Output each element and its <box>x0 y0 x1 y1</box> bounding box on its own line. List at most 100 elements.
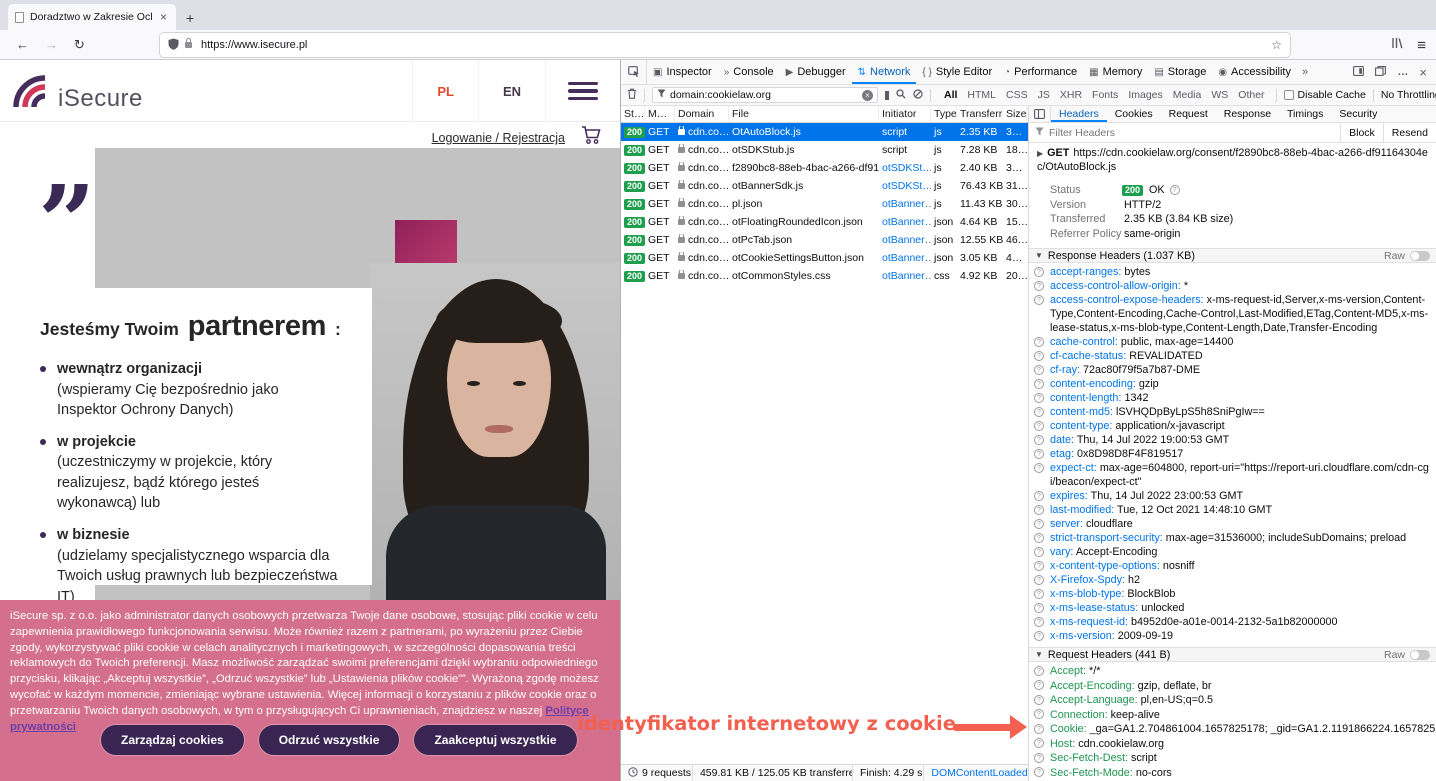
cart-icon[interactable] <box>581 126 602 150</box>
header-row[interactable]: ?content-type: application/x-javascript <box>1029 419 1436 433</box>
header-row[interactable]: ?cf-cache-status: REVALIDATED <box>1029 349 1436 363</box>
header-row[interactable]: ?content-md5: lSVHQDpByLpS5h8SniPgIw== <box>1029 405 1436 419</box>
request-url-row[interactable]: ▶GEThttps://cdn.cookielaw.org/consent/f2… <box>1029 147 1436 175</box>
throttling-select[interactable]: No Throttling▾ <box>1381 89 1436 101</box>
clear-requests-icon[interactable] <box>627 88 637 102</box>
new-tab-button[interactable]: + <box>186 10 194 26</box>
header-row[interactable]: ?expires: Thu, 14 Jul 2022 23:00:53 GMT <box>1029 489 1436 503</box>
more-tabs-icon[interactable]: » <box>1297 60 1313 84</box>
forward-icon[interactable]: → <box>45 37 58 52</box>
expand-icon[interactable]: ▶ <box>1037 149 1043 158</box>
header-row[interactable]: ?etag: 0x8D98D8F4F819517 <box>1029 447 1436 461</box>
devtools-more-icon[interactable]: … <box>1397 66 1408 78</box>
header-row[interactable]: ?access-control-allow-origin: * <box>1029 279 1436 293</box>
search-icon[interactable] <box>896 89 906 102</box>
requests-count[interactable]: 9 requests <box>621 765 692 781</box>
headers-tab-timings[interactable]: Timings <box>1279 106 1331 122</box>
header-row[interactable]: ?x-ms-blob-type: BlockBlob <box>1029 587 1436 601</box>
resend-button[interactable]: Resend <box>1383 123 1436 142</box>
column-domain[interactable]: Domain <box>675 106 729 122</box>
devtools-tab-console[interactable]: »Console <box>718 60 780 84</box>
reload-icon[interactable]: ↻ <box>74 37 85 53</box>
filter-headers-input[interactable] <box>1049 127 1334 139</box>
column-initiator[interactable]: Initiator <box>879 106 931 122</box>
split-panel-icon[interactable] <box>1029 106 1051 122</box>
cookie-button-odrzu-wszystkie[interactable]: Odrzuć wszystkie <box>258 724 401 756</box>
shield-icon[interactable] <box>168 38 179 53</box>
headers-tab-request[interactable]: Request <box>1161 106 1216 122</box>
response-headers-section[interactable]: ▼ Response Headers (1.037 KB) Raw <box>1029 248 1436 263</box>
header-row[interactable]: ?content-length: 1342 <box>1029 391 1436 405</box>
header-row[interactable]: ?vary: Accept-Encoding <box>1029 545 1436 559</box>
devtools-tab-debugger[interactable]: ▶Debugger <box>780 60 852 84</box>
devtools-tab-memory[interactable]: ▦Memory <box>1083 60 1148 84</box>
column-transferred[interactable]: Transferred <box>957 106 1003 122</box>
devtools-close-icon[interactable]: × <box>1419 65 1427 80</box>
header-row[interactable]: ?Accept-Language: pl,en-US;q=0.5 <box>1029 693 1436 708</box>
devtools-tab-inspector[interactable]: ▣Inspector <box>647 60 718 84</box>
help-icon[interactable]: ? <box>1170 185 1180 195</box>
headers-tab-cookies[interactable]: Cookies <box>1107 106 1161 122</box>
url-filter-input[interactable] <box>670 89 858 101</box>
bookmark-star-icon[interactable]: ☆ <box>1271 38 1282 52</box>
type-filter-ws[interactable]: WS <box>1207 88 1232 102</box>
type-filter-images[interactable]: Images <box>1124 88 1166 102</box>
column-m[interactable]: M… <box>645 106 675 122</box>
url-bar[interactable]: https://www.isecure.pl ☆ <box>160 33 1290 57</box>
column-type[interactable]: Type <box>931 106 957 122</box>
tab-close-icon[interactable]: × <box>158 10 169 24</box>
devtools-tab-storage[interactable]: ▤Storage <box>1148 60 1212 84</box>
site-logo[interactable]: iSecure <box>12 74 143 113</box>
devtools-tab-accessibility[interactable]: ◉Accessibility <box>1212 60 1297 84</box>
header-row[interactable]: ?cf-ray: 72ac80f79f5a7b87-DME <box>1029 363 1436 377</box>
header-row[interactable]: ?x-ms-request-id: b4952d0e-a01e-0014-213… <box>1029 615 1436 629</box>
header-row[interactable]: ?Accept-Encoding: gzip, deflate, br <box>1029 679 1436 694</box>
network-request-row[interactable]: 200GETcdn.co…OtAutoBlock.jsscriptjs2.35 … <box>621 123 1028 141</box>
header-row[interactable]: ?x-content-type-options: nosniff <box>1029 559 1436 573</box>
disable-cache-control[interactable]: Disable Cache <box>1284 89 1366 101</box>
type-filter-other[interactable]: Other <box>1234 88 1268 102</box>
header-row[interactable]: ?Sec-Fetch-Dest: script <box>1029 751 1436 766</box>
raw-toggle[interactable] <box>1410 650 1430 660</box>
library-icon[interactable] <box>1391 36 1403 54</box>
header-row[interactable]: ?X-Firefox-Spdy: h2 <box>1029 573 1436 587</box>
devtools-tab-performance[interactable]: ◔Performance <box>998 60 1083 84</box>
language-en-button[interactable]: EN <box>478 60 545 122</box>
devtools-tab-style-editor[interactable]: { }Style Editor <box>916 60 998 84</box>
network-request-row[interactable]: 200GETcdn.co…otSDKStub.jsscriptjs7.28 KB… <box>621 141 1028 159</box>
header-row[interactable]: ?access-control-expose-headers: x-ms-req… <box>1029 293 1436 335</box>
type-filter-css[interactable]: CSS <box>1002 88 1032 102</box>
network-request-row[interactable]: 200GETcdn.co…otPcTab.jsonotBanner…json12… <box>621 231 1028 249</box>
pause-icon[interactable] <box>885 91 889 100</box>
column-st[interactable]: St… <box>621 106 645 122</box>
raw-toggle[interactable] <box>1410 251 1430 261</box>
column-size[interactable]: Size <box>1003 106 1027 122</box>
type-filter-xhr[interactable]: XHR <box>1056 88 1086 102</box>
network-request-row[interactable]: 200GETcdn.co…f2890bc8-88eb-4bac-a266-df9… <box>621 159 1028 177</box>
headers-tab-security[interactable]: Security <box>1331 106 1385 122</box>
dock-side-icon[interactable] <box>1353 66 1364 79</box>
type-filter-js[interactable]: JS <box>1034 88 1054 102</box>
type-filter-media[interactable]: Media <box>1169 88 1206 102</box>
back-icon[interactable]: ← <box>16 37 29 52</box>
header-row[interactable]: ?Accept: */* <box>1029 664 1436 679</box>
cookie-button-zaakceptuj-wszystkie[interactable]: Zaakceptuj wszystkie <box>413 724 577 756</box>
header-row[interactable]: ?Cookie: _ga=GA1.2.704861004.1657825178;… <box>1029 722 1436 737</box>
url-filter-box[interactable]: × <box>652 87 878 103</box>
network-request-row[interactable]: 200GETcdn.co…otFloatingRoundedIcon.jsono… <box>621 213 1028 231</box>
type-filter-html[interactable]: HTML <box>963 88 1000 102</box>
header-row[interactable]: ?expect-ct: max-age=604800, report-uri="… <box>1029 461 1436 489</box>
header-row[interactable]: ?strict-transport-security: max-age=3153… <box>1029 531 1436 545</box>
header-row[interactable]: ?last-modified: Tue, 12 Oct 2021 14:48:1… <box>1029 503 1436 517</box>
login-register-link[interactable]: Logowanie / Rejestracja <box>432 131 565 145</box>
header-row[interactable]: ?content-encoding: gzip <box>1029 377 1436 391</box>
headers-tab-response[interactable]: Response <box>1216 106 1279 122</box>
domcontentloaded-time[interactable]: DOMContentLoaded: <box>923 765 1028 781</box>
block-icon[interactable] <box>913 89 923 102</box>
headers-filter-box[interactable] <box>1029 123 1340 142</box>
header-row[interactable]: ?Connection: keep-alive <box>1029 708 1436 723</box>
network-request-row[interactable]: 200GETcdn.co…otBannerSdk.jsotSDKSt…js76.… <box>621 177 1028 195</box>
header-row[interactable]: ?x-ms-version: 2009-09-19 <box>1029 629 1436 643</box>
clear-filter-icon[interactable]: × <box>862 90 873 101</box>
element-picker-icon[interactable] <box>621 60 647 84</box>
